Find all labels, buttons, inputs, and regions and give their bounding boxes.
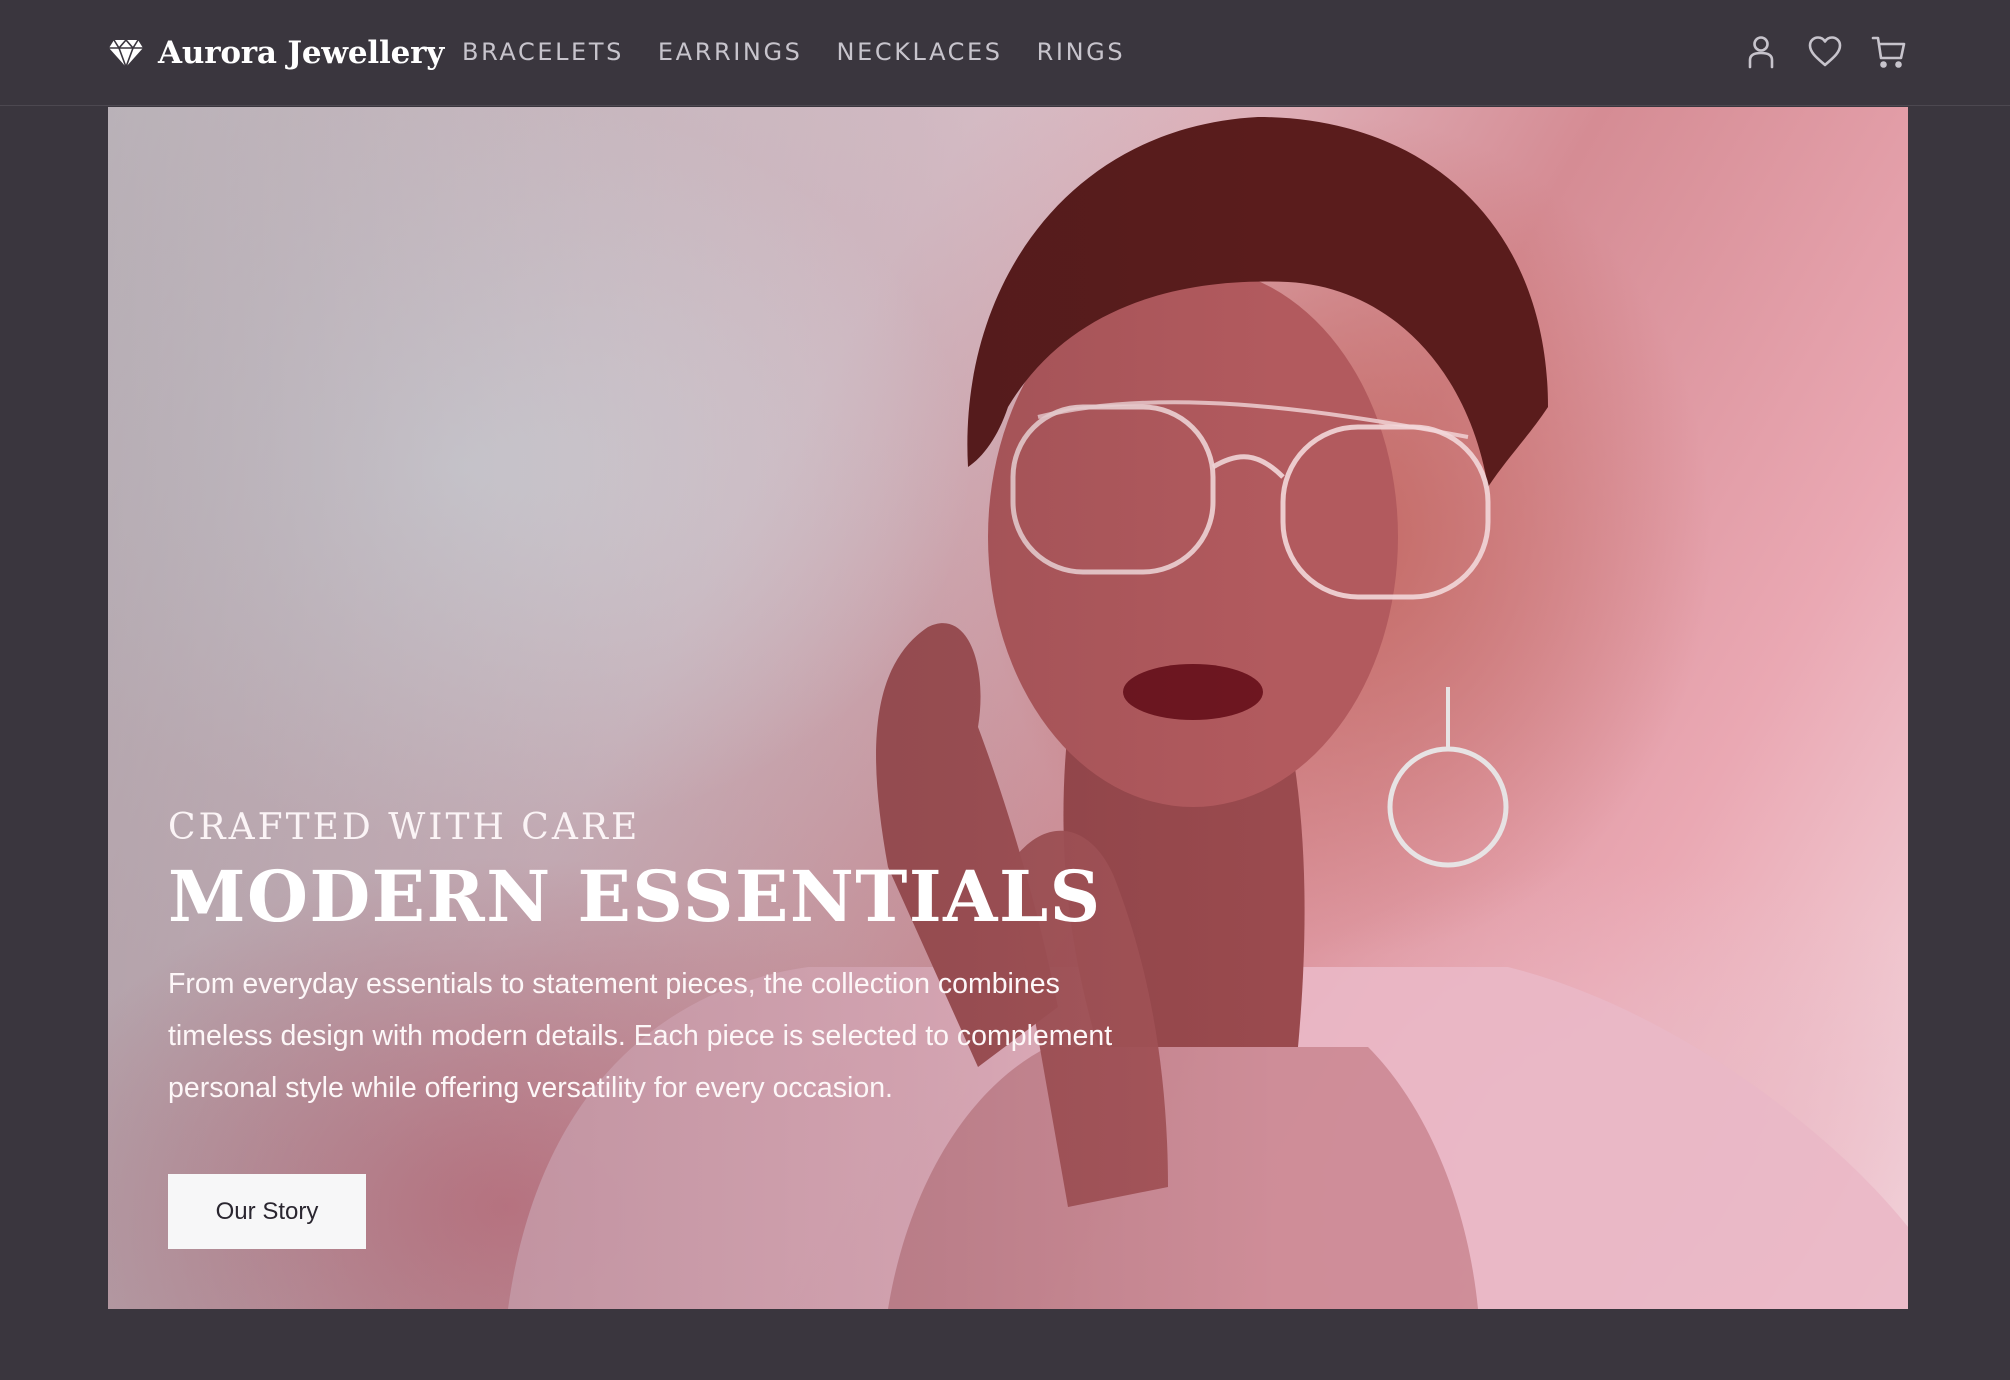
account-button[interactable] [1742, 32, 1780, 72]
header-actions [1742, 32, 1908, 72]
hero-overlay [108, 107, 1908, 1309]
cart-button[interactable] [1870, 32, 1908, 72]
wishlist-heart-icon [1808, 36, 1842, 67]
main-nav: BRACELETS EARRINGS NECKLACES RINGS [462, 38, 1125, 66]
diamond-icon [109, 38, 143, 68]
hero-banner: CRAFTED WITH CARE MODERN ESSENTIALS From… [108, 107, 1908, 1309]
account-icon [1748, 36, 1774, 69]
site-header: Aurora Jewellery BRACELETS EARRINGS NECK… [0, 0, 2010, 106]
hero-eyebrow: CRAFTED WITH CARE [168, 807, 641, 848]
nav-item-rings[interactable]: RINGS [1037, 38, 1126, 66]
hero-headline: MODERN ESSENTIALS [168, 855, 1102, 938]
nav-item-earrings[interactable]: EARRINGS [658, 38, 803, 66]
brand-logo-link[interactable]: Aurora Jewellery [108, 30, 444, 76]
wishlist-button[interactable] [1806, 32, 1844, 72]
our-story-button[interactable]: Our Story [168, 1174, 366, 1249]
nav-item-necklaces[interactable]: NECKLACES [837, 38, 1003, 66]
hero-copy: CRAFTED WITH CARE MODERN ESSENTIALS From… [168, 807, 1168, 1114]
hero-description: From everyday essentials to statement pi… [168, 967, 1113, 1104]
brand-name: Aurora Jewellery [158, 35, 445, 71]
nav-item-bracelets[interactable]: BRACELETS [462, 38, 624, 66]
cart-icon [1871, 36, 1906, 68]
